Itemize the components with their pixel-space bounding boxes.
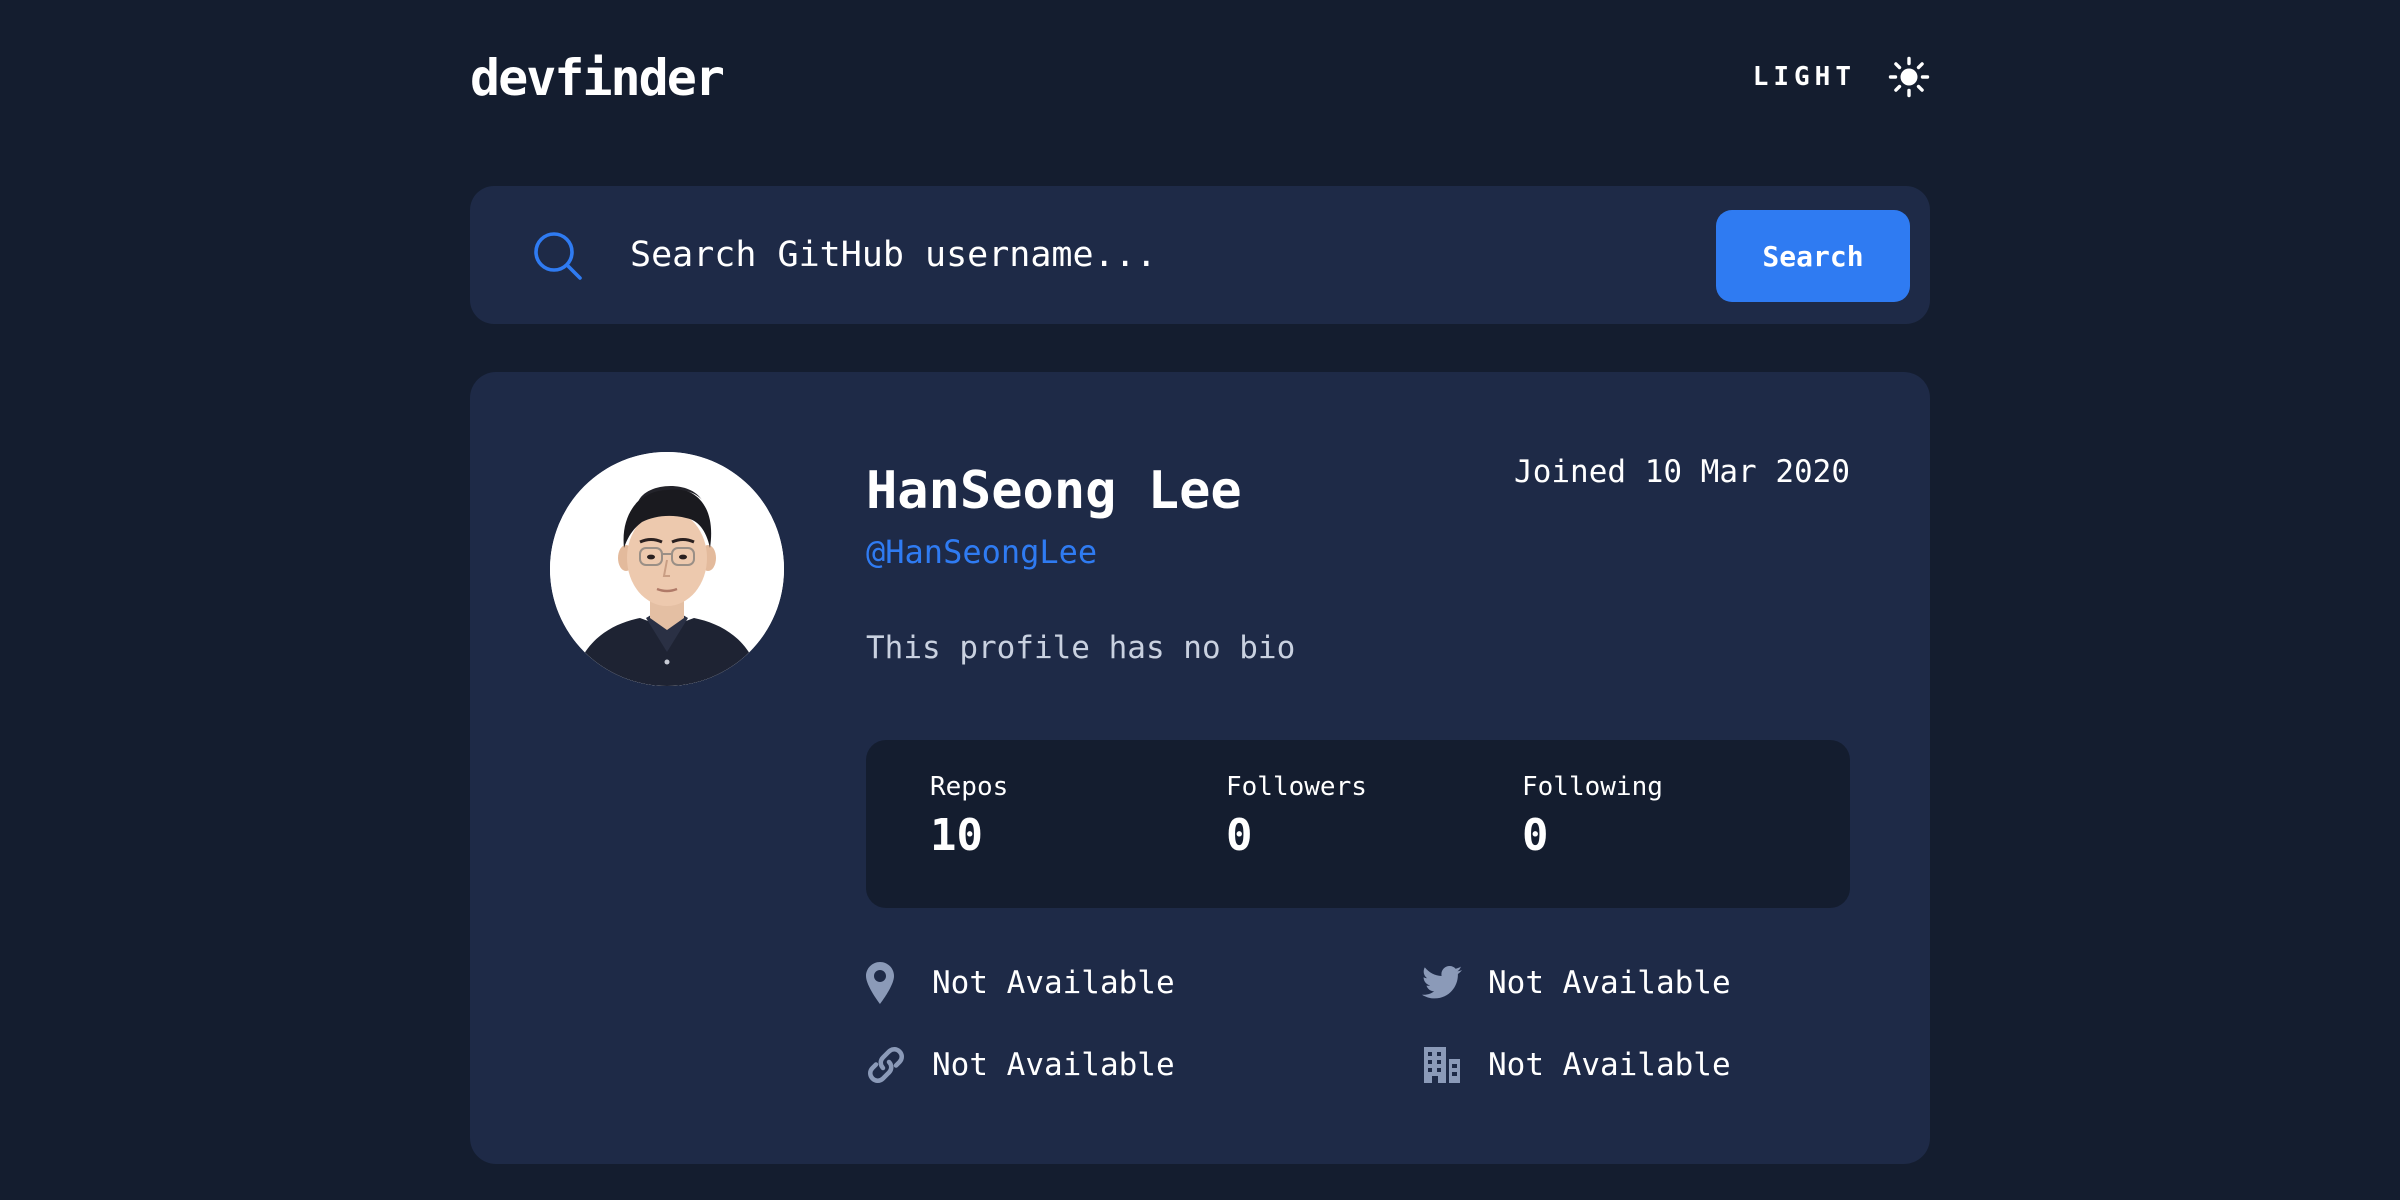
link-twitter-text: Not Available (1488, 965, 1731, 1001)
stat-value: 0 (1226, 810, 1253, 861)
link-website: Not Available (866, 1040, 1175, 1090)
avatar (550, 452, 784, 686)
stat-label: Repos (930, 772, 1009, 802)
theme-toggle-button[interactable]: LIGHT (1753, 52, 1930, 102)
profile-login-link[interactable]: @HanSeongLee (866, 532, 1097, 572)
stat-following: Following 0 (1522, 770, 1663, 864)
search-input[interactable] (630, 220, 1430, 290)
sun-icon[interactable] (1888, 56, 1930, 98)
stat-value: 10 (930, 810, 983, 861)
link-website-text: Not Available (932, 1047, 1175, 1083)
profile-bio: This profile has no bio (866, 630, 1296, 666)
profile-links: Not Available Not Available Not Availabl… (866, 958, 1850, 1088)
joined-date: Joined 10 Mar 2020 (1514, 454, 1850, 490)
stat-repos: Repos 10 (930, 770, 1008, 864)
company-building-icon (1422, 1045, 1462, 1085)
avatar-photo (550, 452, 784, 686)
link-location-text: Not Available (932, 965, 1175, 1001)
link-location: Not Available (866, 958, 1175, 1008)
link-icon (866, 1045, 906, 1085)
stat-followers: Followers 0 (1226, 770, 1367, 864)
theme-toggle-label[interactable]: LIGHT (1753, 62, 1856, 92)
search-bar: Search (470, 186, 1930, 324)
twitter-icon (1422, 963, 1462, 1003)
header: devfinder LIGHT (470, 40, 1930, 110)
search-icon (534, 232, 582, 280)
link-twitter: Not Available (1422, 958, 1731, 1008)
link-company-text: Not Available (1488, 1047, 1731, 1083)
link-company: Not Available (1422, 1040, 1731, 1090)
profile-name: HanSeong Lee (866, 461, 1242, 521)
stat-value: 0 (1522, 810, 1549, 861)
stat-label: Following (1522, 772, 1663, 802)
stats-panel: Repos 10 Followers 0 Following 0 (866, 740, 1850, 908)
profile-card: HanSeong Lee Joined 10 Mar 2020 @HanSeon… (470, 372, 1930, 1164)
search-button[interactable]: Search (1716, 210, 1910, 302)
app-logo: devfinder (470, 49, 725, 107)
stat-label: Followers (1226, 772, 1367, 802)
location-pin-icon (866, 962, 906, 1004)
